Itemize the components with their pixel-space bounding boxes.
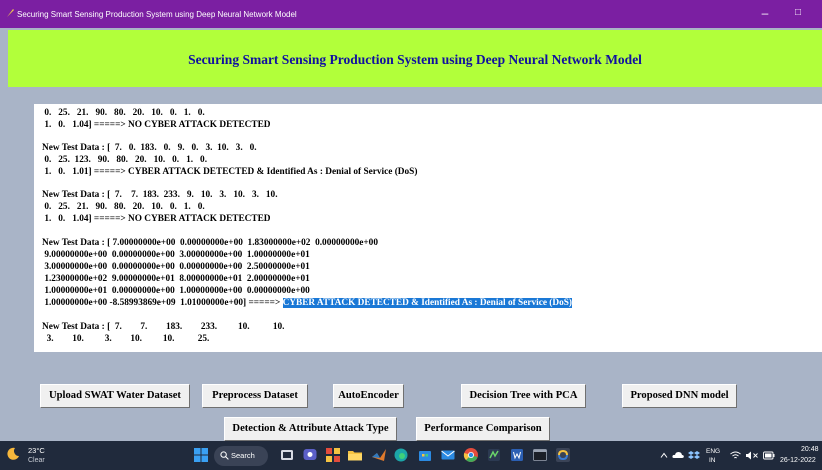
clock-date[interactable]: 26-12-2022 (780, 457, 816, 464)
proposed-dnn-button[interactable]: Proposed DNN model (622, 384, 737, 408)
dropbox-icon[interactable] (688, 450, 700, 460)
moon-weather-icon (7, 447, 19, 460)
minimize-button[interactable]: – (757, 6, 773, 20)
chevron-up-icon[interactable] (660, 452, 668, 459)
autoencoder-button[interactable]: AutoEncoder (333, 384, 404, 408)
taskbar-search[interactable]: Search (214, 446, 268, 466)
output-line: 1. 0. 1.04] =====> NO CYBER ATTACK DETEC… (42, 120, 271, 130)
preprocess-dataset-button[interactable]: Preprocess Dataset (202, 384, 308, 408)
word-icon[interactable] (509, 447, 525, 463)
store-icon[interactable] (417, 447, 433, 463)
app-icon[interactable] (486, 447, 502, 463)
search-icon (220, 451, 229, 460)
language-indicator[interactable]: ENG (706, 448, 720, 455)
output-line: 3.00000000e+00 0.00000000e+00 0.00000000… (42, 262, 310, 272)
output-line: 1.00000000e+01 0.00000000e+00 1.00000000… (42, 286, 310, 296)
weather-condition: Clear (28, 457, 45, 464)
temperature: 23°C (28, 446, 45, 455)
python-icon[interactable] (555, 447, 571, 463)
output-line: 1.23000000e+02 9.00000000e+01 8.00000000… (42, 274, 310, 284)
header-banner: Securing Smart Sensing Production System… (8, 30, 822, 87)
mail-icon[interactable] (440, 447, 456, 463)
battery-icon[interactable] (763, 451, 775, 460)
windows-start-icon[interactable] (193, 447, 209, 463)
decision-tree-pca-button[interactable]: Decision Tree with PCA (461, 384, 586, 408)
onedrive-cloud-icon[interactable] (672, 450, 684, 460)
output-line: New Test Data : [ 7. 0. 183. 0. 9. 0. 3.… (42, 143, 257, 153)
window-titlebar: Securing Smart Sensing Production System… (0, 0, 822, 28)
output-line: 1. 0. 1.04] =====> NO CYBER ATTACK DETEC… (42, 214, 271, 224)
performance-comparison-button[interactable]: Performance Comparison (416, 417, 550, 441)
highlighted-selection: CYBER ATTACK DETECTED & Identified As : … (282, 298, 572, 308)
upload-dataset-button[interactable]: Upload SWAT Water Dataset (40, 384, 190, 408)
windows-taskbar: 23°C Clear Search ENG IN 20:48 26-12-202… (0, 441, 822, 470)
region-indicator[interactable]: IN (709, 457, 716, 464)
matlab-icon[interactable] (371, 447, 387, 463)
clock-time[interactable]: 20:48 (801, 446, 819, 453)
output-text-area[interactable]: 0. 25. 21. 90. 80. 20. 10. 0. 1. 0. 1. 0… (34, 104, 822, 352)
output-line-text: 1.00000000e+00 -8.58993869e+09 1.0100000… (42, 298, 283, 308)
edge-icon[interactable] (393, 447, 409, 463)
window-title: Securing Smart Sensing Production System… (17, 10, 297, 19)
output-line: 1.00000000e+00 -8.58993869e+09 1.0100000… (42, 298, 572, 308)
volume-muted-icon[interactable] (745, 451, 759, 460)
detection-attack-type-button[interactable]: Detection & Attribute Attack Type (224, 417, 397, 441)
output-line: New Test Data : [ 7.00000000e+00 0.00000… (42, 238, 378, 248)
task-view-icon[interactable] (279, 447, 295, 463)
output-line: 3. 10. 3. 10. 10. 25. (42, 334, 210, 344)
output-line: 0. 25. 21. 90. 80. 20. 10. 0. 1. 0. (42, 108, 205, 118)
output-line: 9.00000000e+00 0.00000000e+00 3.00000000… (42, 250, 310, 260)
search-label: Search (231, 451, 255, 460)
widgets-icon[interactable] (325, 447, 341, 463)
chrome-icon[interactable] (463, 447, 479, 463)
output-line: 0. 25. 21. 90. 80. 20. 10. 0. 1. 0. (42, 202, 205, 212)
app-feather-icon (7, 9, 14, 17)
output-line: New Test Data : [ 7. 7. 183. 233. 9. 10.… (42, 190, 278, 200)
terminal-icon[interactable] (532, 447, 548, 463)
chat-icon[interactable] (302, 447, 318, 463)
page-title: Securing Smart Sensing Production System… (188, 52, 642, 67)
output-line: 1. 0. 1.01] =====> CYBER ATTACK DETECTED… (42, 167, 418, 177)
wifi-icon[interactable] (730, 451, 741, 460)
maximize-button[interactable]: □ (790, 6, 806, 20)
output-line: New Test Data : [ 7. 7. 183. 233. 10. 10… (42, 322, 285, 332)
file-explorer-icon[interactable] (347, 447, 363, 463)
output-line: 0. 25. 123. 90. 80. 20. 10. 0. 1. 0. (42, 155, 208, 165)
